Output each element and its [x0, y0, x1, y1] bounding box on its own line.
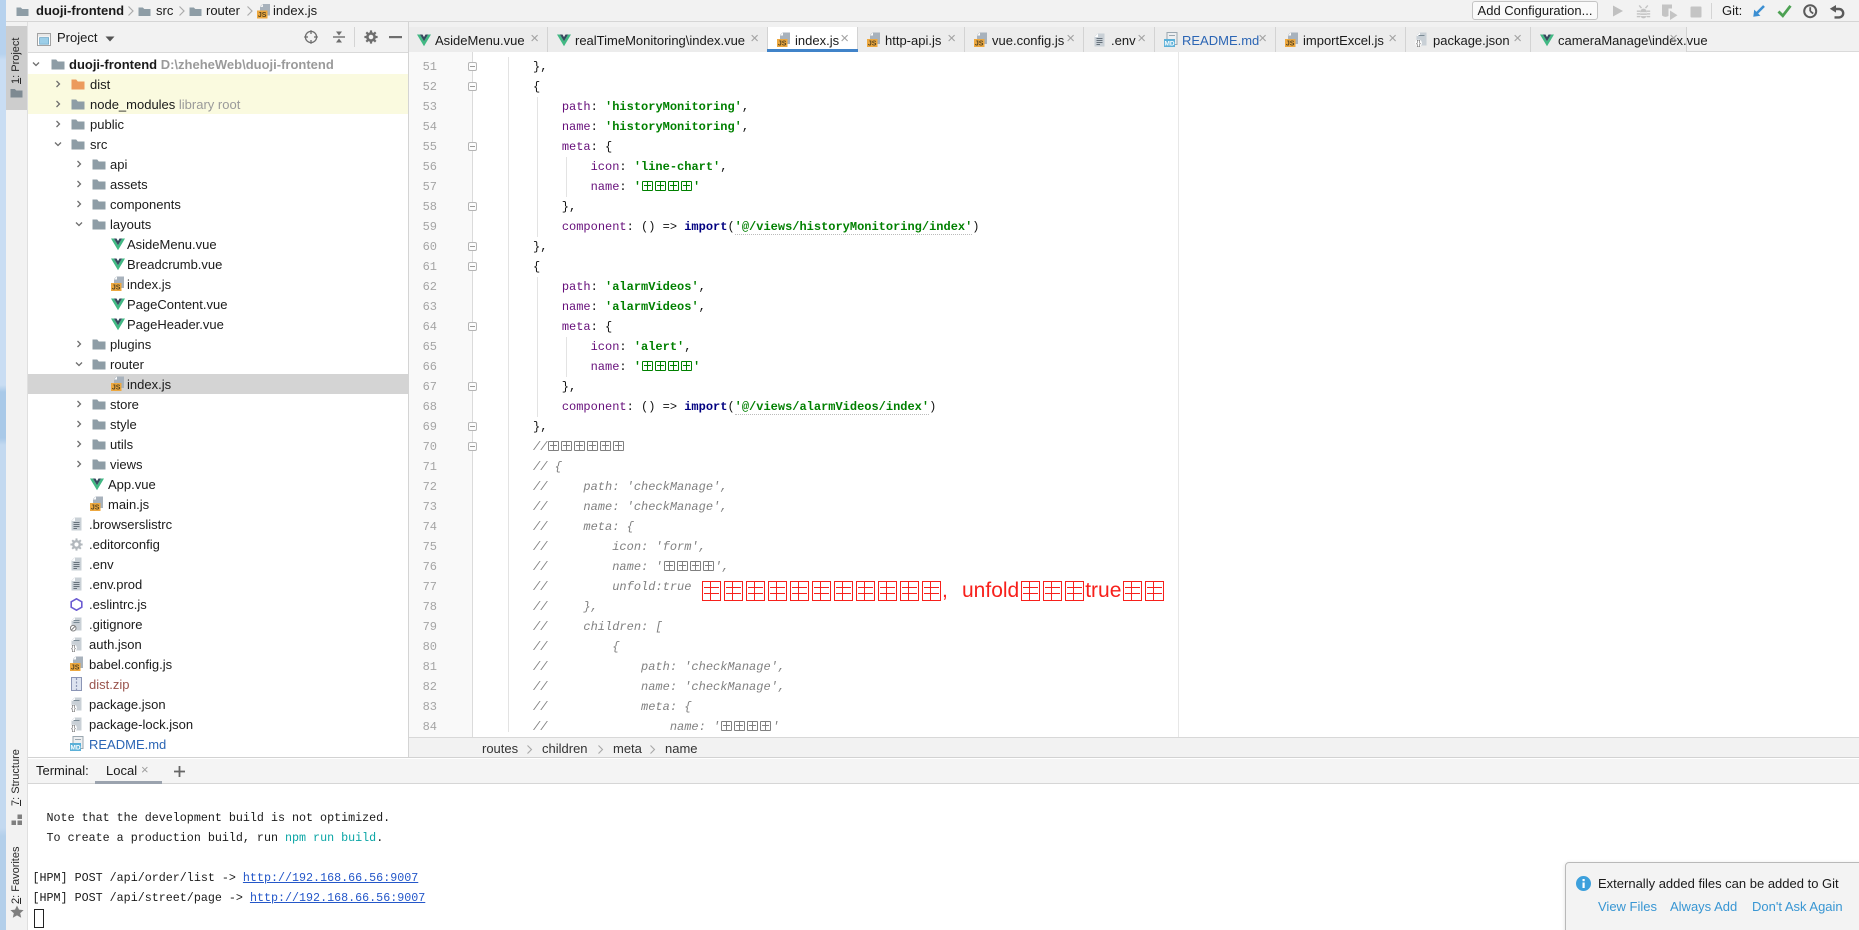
svg-text:{}: {}: [71, 705, 76, 712]
svg-text:{}: {}: [71, 725, 76, 732]
svg-text:{}: {}: [71, 645, 76, 652]
svg-text:MD: MD: [70, 744, 80, 751]
svg-text:JS: JS: [112, 284, 121, 291]
svg-text:JS: JS: [71, 664, 80, 671]
svg-text:{}: {}: [1416, 41, 1421, 48]
svg-text:JS: JS: [91, 504, 100, 511]
svg-text:JS: JS: [1286, 41, 1295, 48]
svg-text:JS: JS: [868, 41, 877, 48]
svg-text:JS: JS: [778, 41, 787, 48]
svg-text:JS: JS: [112, 384, 121, 391]
svg-text:MD: MD: [1164, 41, 1174, 48]
svg-text:JS: JS: [975, 41, 984, 48]
svg-text:JS: JS: [258, 12, 267, 19]
